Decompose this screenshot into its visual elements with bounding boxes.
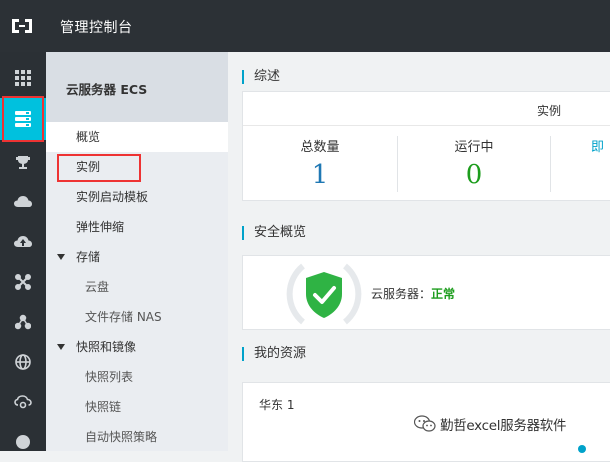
stat-total[interactable]: 总数量 1	[243, 126, 397, 201]
caret-down-icon	[57, 344, 65, 350]
cloud-icon[interactable]	[0, 182, 46, 222]
security-card: 云服务器：正常	[242, 255, 610, 330]
sidebar-item-label: 快照列表	[85, 370, 134, 384]
caret-down-icon	[57, 254, 65, 260]
sidebar-item-label: 云盘	[85, 280, 110, 294]
status-dot	[578, 445, 586, 453]
sidebar-item-label: 弹性伸缩	[76, 220, 125, 234]
security-status-text: 云服务器：正常	[371, 285, 455, 302]
sidebar-item-overview[interactable]: 概览	[46, 122, 228, 152]
stat-label: 运行中	[454, 140, 494, 155]
stat-running[interactable]: 运行中 0	[397, 126, 551, 201]
shield-check-icon	[286, 263, 362, 325]
sidebar-item-label: 实例启动模板	[76, 190, 149, 204]
sidebar-group-storage[interactable]: 存储	[46, 242, 228, 272]
sidebar-item-auto-scaling[interactable]: 弹性伸缩	[46, 212, 228, 242]
resources-section-title: 我的资源	[242, 347, 306, 361]
sidebar-item-snapshot-list[interactable]: 快照列表	[46, 362, 228, 392]
security-section-title: 安全概览	[242, 226, 306, 240]
overview-header: 实例	[243, 92, 610, 126]
watermark: 勤哲excel服务器软件	[414, 414, 567, 434]
sidebar-nav: 云服务器 ECS 概览 实例 实例启动模板 弹性伸缩 存储 云盘 文件存储 NA…	[46, 52, 228, 451]
cloud-settings-icon[interactable]	[0, 382, 46, 422]
ecs-server-icon[interactable]	[0, 98, 46, 140]
aliyun-logo-icon[interactable]	[10, 18, 34, 34]
sidebar-item-label: 概览	[76, 130, 101, 144]
sidebar-item-label: 自动快照策略	[85, 430, 158, 444]
security-status[interactable]: 正常	[431, 287, 455, 301]
overview-section-title: 综述	[242, 70, 280, 84]
stat-value[interactable]: 1	[243, 160, 397, 190]
console-title[interactable]: 管理控制台	[60, 17, 133, 37]
sidebar-item-snapshot-chain[interactable]: 快照链	[46, 392, 228, 422]
globe-icon[interactable]	[0, 342, 46, 382]
security-label: 云服务器：	[371, 287, 432, 301]
sidebar-item-label: 快照链	[85, 400, 122, 414]
instances-header-label: 实例	[537, 104, 562, 118]
sidebar-header: 云服务器 ECS	[46, 52, 228, 122]
apps-grid-icon[interactable]	[0, 58, 46, 98]
sidebar-group-label: 存储	[76, 250, 101, 264]
sidebar-item-launch-templates[interactable]: 实例启动模板	[46, 182, 228, 212]
sidebar-item-nas[interactable]: 文件存储 NAS	[46, 302, 228, 332]
main-content: 综述 实例 总数量 1 运行中 0 即 安全概览 云服务器：正常 我的资源 华东…	[228, 52, 610, 462]
cluster-icon[interactable]	[0, 302, 46, 342]
stat-expiring[interactable]: 即	[551, 126, 610, 201]
watermark-text: 勤哲excel服务器软件	[440, 418, 567, 434]
network-icon[interactable]	[0, 262, 46, 302]
product-icon-bar	[0, 52, 46, 451]
stat-value[interactable]: 0	[397, 160, 551, 190]
stat-label: 即	[591, 140, 605, 155]
sidebar-item-auto-snapshot-policy[interactable]: 自动快照策略	[46, 422, 228, 452]
sidebar-title: 云服务器 ECS	[66, 82, 148, 97]
cloud-upload-icon[interactable]	[0, 222, 46, 262]
sidebar-item-label: 文件存储 NAS	[85, 310, 162, 324]
trophy-icon[interactable]	[0, 142, 46, 182]
sidebar-group-snapshots-images[interactable]: 快照和镜像	[46, 332, 228, 362]
region-label[interactable]: 华东 1	[259, 396, 294, 413]
stat-label: 总数量	[300, 140, 340, 155]
circle-icon[interactable]	[0, 422, 46, 462]
sidebar-group-label: 快照和镜像	[76, 340, 137, 354]
sidebar-item-cloud-disks[interactable]: 云盘	[46, 272, 228, 302]
sidebar-item-instances[interactable]: 实例	[46, 152, 228, 182]
overview-card: 实例 总数量 1 运行中 0 即	[242, 91, 610, 201]
top-bar: 管理控制台	[0, 0, 610, 52]
wechat-icon	[414, 415, 436, 432]
sidebar-item-label: 实例	[76, 160, 101, 174]
